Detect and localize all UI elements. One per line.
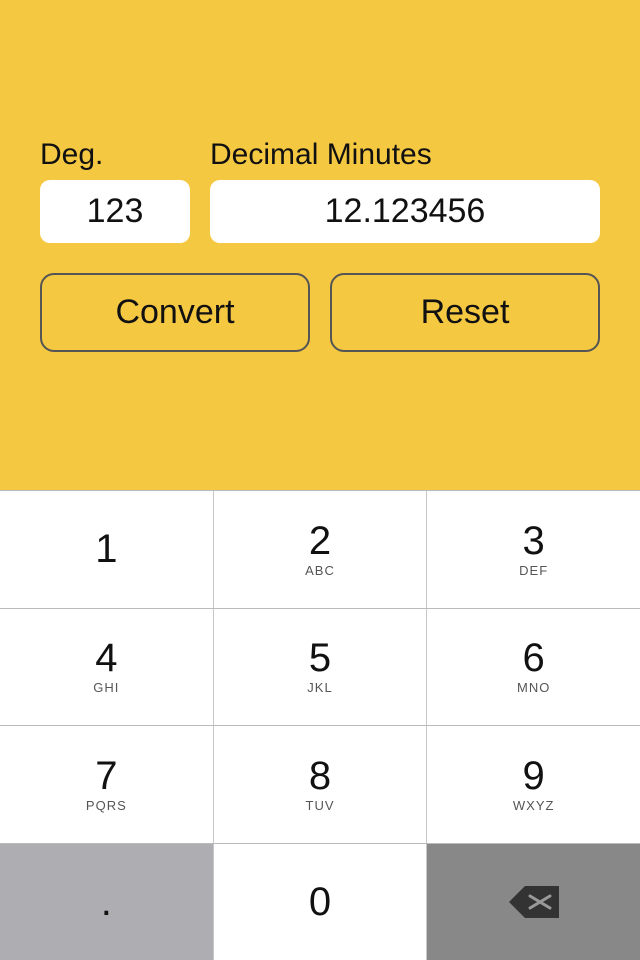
key-2[interactable]: 2 ABC (214, 491, 428, 608)
key-1[interactable]: 1 (0, 491, 214, 608)
deg-input[interactable] (40, 180, 190, 243)
button-row: Convert Reset (40, 273, 600, 352)
reset-button[interactable]: Reset (330, 273, 600, 352)
top-section: Deg. Decimal Minutes Convert Reset (0, 0, 640, 490)
key-0[interactable]: 0 (214, 844, 428, 960)
decmin-input[interactable] (210, 180, 600, 243)
convert-button[interactable]: Convert (40, 273, 310, 352)
deg-input-group: Deg. (40, 138, 190, 243)
key-7[interactable]: 7 PQRS (0, 726, 214, 843)
key-row-4: . 0 (0, 843, 640, 960)
key-3[interactable]: 3 DEF (427, 491, 640, 608)
decmin-label: Decimal Minutes (210, 138, 432, 172)
input-row: Deg. Decimal Minutes (40, 138, 600, 243)
key-6[interactable]: 6 MNO (427, 609, 640, 726)
key-5[interactable]: 5 JKL (214, 609, 428, 726)
key-9[interactable]: 9 WXYZ (427, 726, 640, 843)
key-row-1: 1 2 ABC 3 DEF (0, 490, 640, 608)
key-dot[interactable]: . (0, 844, 214, 960)
deg-label: Deg. (40, 138, 103, 172)
key-8[interactable]: 8 TUV (214, 726, 428, 843)
key-row-3: 7 PQRS 8 TUV 9 WXYZ (0, 725, 640, 843)
decmin-input-group: Decimal Minutes (210, 138, 600, 243)
backspace-icon (507, 884, 561, 920)
key-row-2: 4 GHI 5 JKL 6 MNO (0, 608, 640, 726)
keyboard-section: 1 2 ABC 3 DEF 4 GHI 5 JKL 6 MNO 7 PQRS (0, 490, 640, 960)
key-backspace[interactable] (427, 844, 640, 960)
key-4[interactable]: 4 GHI (0, 609, 214, 726)
